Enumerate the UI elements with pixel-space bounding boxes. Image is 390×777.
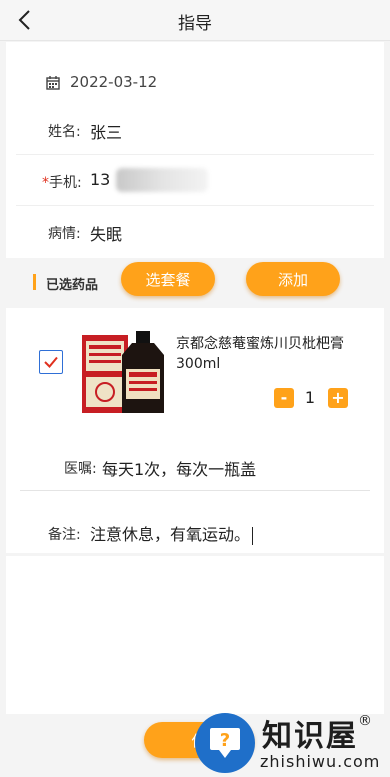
advice-value[interactable]: 每天1次，每次一瓶盖 bbox=[102, 456, 256, 480]
condition-label: 病情: bbox=[48, 226, 81, 242]
phone-value[interactable]: 13 bbox=[90, 170, 110, 189]
question-bubble-icon: ? bbox=[195, 712, 255, 773]
redacted-phone bbox=[116, 168, 208, 192]
page-title: 指导 bbox=[178, 14, 212, 34]
watermark-logo: ? 知识屋 ® zhishiwu.com bbox=[192, 708, 390, 777]
divider bbox=[16, 205, 374, 206]
visit-date[interactable]: 2022-03-12 bbox=[70, 73, 157, 91]
svg-text:?: ? bbox=[220, 730, 230, 751]
content-area bbox=[6, 556, 384, 714]
increase-quantity-button[interactable]: + bbox=[328, 388, 348, 408]
advice-label: 医嘱: bbox=[64, 461, 97, 477]
required-mark: * bbox=[42, 175, 49, 191]
medicine-product-image bbox=[82, 331, 164, 413]
name-label: 姓名: bbox=[48, 124, 81, 140]
check-icon bbox=[44, 356, 58, 368]
phone-label: *手机: bbox=[42, 172, 82, 192]
remark-label: 备注: bbox=[48, 527, 81, 543]
decrease-quantity-button[interactable]: - bbox=[274, 388, 294, 408]
section-title: 已选药品 bbox=[46, 278, 99, 293]
name-value[interactable]: 张三 bbox=[90, 119, 122, 143]
condition-value[interactable]: 失眠 bbox=[90, 221, 122, 245]
calendar-icon bbox=[46, 76, 60, 90]
divider bbox=[16, 154, 374, 155]
medicine-item-card: 京都念慈菴蜜炼川贝枇杷膏300ml - 1 + 医嘱: 每天1次，每次一瓶盖 备… bbox=[6, 308, 384, 553]
phone-label-text: 手机: bbox=[49, 175, 82, 191]
remark-input[interactable]: 注意休息，有氧运动。 bbox=[90, 521, 254, 545]
divider bbox=[20, 490, 370, 491]
watermark-text: 知识屋 bbox=[262, 718, 358, 754]
select-package-button[interactable]: 选套餐 bbox=[121, 262, 215, 296]
watermark-subtext: zhishiwu.com bbox=[260, 752, 381, 771]
registered-mark: ® bbox=[358, 712, 372, 729]
nav-header: 指导 bbox=[0, 0, 390, 41]
patient-info-card: 2022-03-12 姓名: 张三 *手机: 13 病情: 失眠 bbox=[6, 42, 384, 258]
medicine-name: 京都念慈菴蜜炼川贝枇杷膏300ml bbox=[176, 336, 344, 372]
section-marker bbox=[33, 274, 36, 290]
medicine-checkbox[interactable] bbox=[39, 350, 63, 374]
quantity-value[interactable]: 1 bbox=[302, 388, 318, 407]
medicine-section-header: 已选药品 选套餐 添加 bbox=[0, 260, 378, 306]
remark-value: 注意休息，有氧运动。 bbox=[90, 525, 251, 544]
add-medicine-button[interactable]: 添加 bbox=[246, 262, 340, 296]
text-cursor bbox=[252, 526, 254, 545]
